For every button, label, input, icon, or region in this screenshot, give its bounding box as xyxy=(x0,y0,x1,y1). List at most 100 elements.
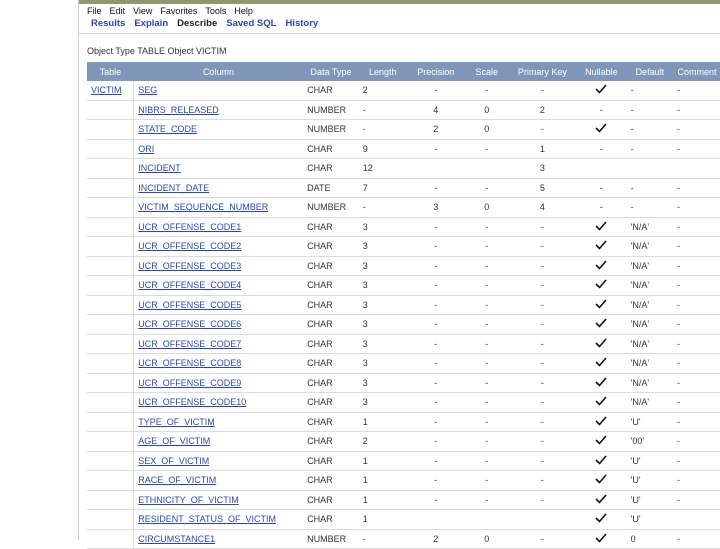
column-link[interactable]: UCR_OFFENSE_CODE8 xyxy=(138,358,241,368)
cell-data-type: CHAR xyxy=(303,490,359,510)
checkmark-icon xyxy=(595,318,607,330)
cell-comment: - xyxy=(673,392,720,413)
cell-precision: 2 xyxy=(406,119,465,140)
cell-data-type: CHAR xyxy=(303,470,359,491)
table-row: UCR_OFFENSE_CODE3 CHAR 3- - - 'N/A' - xyxy=(87,256,720,276)
table-row: ETHNICITY_OF_VICTIM CHAR 1- - - 'U' - xyxy=(87,490,720,510)
table-row: UCR_OFFENSE_CODE6 CHAR 3- - - 'N/A' - xyxy=(87,314,720,335)
table-link[interactable]: VICTIM xyxy=(91,85,122,95)
column-link[interactable]: TYPE_OF_VICTIM xyxy=(138,417,215,427)
checkmark-icon xyxy=(595,240,607,252)
column-link[interactable]: ORI xyxy=(138,144,154,154)
column-link[interactable]: CIRCUMSTANCE1 xyxy=(138,534,215,544)
column-link[interactable]: SEX_OF_VICTIM xyxy=(138,456,209,466)
column-link[interactable]: AGE_OF_VICTIM xyxy=(138,436,210,446)
cell-default: - xyxy=(626,178,674,198)
column-link[interactable]: UCR_OFFENSE_CODE10 xyxy=(138,397,246,407)
cell-nullable xyxy=(576,353,627,374)
column-link[interactable]: RACE_OF_VICTIM xyxy=(138,475,216,485)
column-link[interactable]: UCR_OFFENSE_CODE3 xyxy=(138,261,241,271)
cell-precision xyxy=(406,158,465,179)
cell-scale: 0 xyxy=(464,529,509,549)
cell-primary-key: - xyxy=(508,490,577,510)
table-row: UCR_OFFENSE_CODE1 CHAR 3- - - 'N/A' - xyxy=(87,217,720,237)
column-link[interactable]: VICTIM_SEQUENCE_NUMBER xyxy=(138,202,268,212)
cell-scale: - xyxy=(464,470,509,491)
tab-saved-sql[interactable]: Saved SQL xyxy=(226,18,276,29)
column-link[interactable]: RESIDENT_STATUS_OF_VICTIM xyxy=(138,514,276,524)
cell-default: 'U' xyxy=(626,451,674,471)
cell-scale: 0 xyxy=(464,100,509,120)
sql-workshop-window: File Edit View Favorites Tools Help Resu… xyxy=(78,0,720,549)
column-link[interactable]: INCIDENT xyxy=(138,163,181,173)
cell-precision xyxy=(406,509,465,530)
cell-comment: - xyxy=(673,412,720,432)
nullable-dash: - xyxy=(599,104,603,115)
tab-describe[interactable]: Describe xyxy=(177,18,217,29)
cell-nullable xyxy=(576,236,627,257)
cell-comment xyxy=(673,509,720,530)
column-link[interactable]: UCR_OFFENSE_CODE2 xyxy=(138,241,241,251)
cell-data-type: CHAR xyxy=(303,353,359,374)
cell-comment: - xyxy=(673,119,720,140)
column-link[interactable]: UCR_OFFENSE_CODE5 xyxy=(138,300,241,310)
cell-data-type: CHAR xyxy=(303,158,359,179)
table-row: INCIDENT_DATE DATE 7- -5- - - xyxy=(87,178,720,198)
column-link[interactable]: ETHNICITY_OF_VICTIM xyxy=(138,495,239,505)
cell-nullable xyxy=(576,392,627,413)
cell-scale: - xyxy=(464,353,509,374)
cell-scale: - xyxy=(464,217,509,237)
cell-primary-key: - xyxy=(508,334,577,354)
cell-table xyxy=(87,236,135,257)
tab-history[interactable]: History xyxy=(285,18,318,29)
column-link[interactable]: UCR_OFFENSE_CODE9 xyxy=(138,378,241,388)
cell-table: VICTIM xyxy=(87,81,135,101)
cell-table xyxy=(87,217,135,237)
cell-column: ETHNICITY_OF_VICTIM xyxy=(133,490,304,510)
cell-length: - xyxy=(358,197,407,218)
cell-length: 3 xyxy=(358,373,407,393)
cell-nullable xyxy=(576,334,627,354)
tab-explain[interactable]: Explain xyxy=(134,18,168,29)
cell-precision: - xyxy=(406,334,465,354)
cell-data-type: CHAR xyxy=(303,275,359,296)
column-link[interactable]: UCR_OFFENSE_CODE7 xyxy=(138,339,241,349)
cell-length: 3 xyxy=(358,256,407,276)
cell-column: SEG xyxy=(133,81,304,101)
cell-precision: - xyxy=(406,236,465,257)
column-link[interactable]: UCR_OFFENSE_CODE6 xyxy=(138,319,241,329)
cell-scale: - xyxy=(464,373,509,393)
table-row: CIRCUMSTANCE1 NUMBER -2 0-0- xyxy=(87,529,720,549)
cell-table xyxy=(87,178,135,198)
column-link[interactable]: UCR_OFFENSE_CODE1 xyxy=(138,222,241,232)
table-row: STATE_CODE NUMBER -2 0- - - xyxy=(87,119,720,140)
cell-length: 1 xyxy=(358,470,407,491)
column-link[interactable]: UCR_OFFENSE_CODE4 xyxy=(138,280,241,290)
cell-comment: - xyxy=(673,217,720,237)
cell-default: - xyxy=(626,197,674,218)
cell-length: 3 xyxy=(358,314,407,335)
cell-data-type: NUMBER xyxy=(303,119,359,140)
cell-length: 3 xyxy=(358,353,407,374)
cell-precision: - xyxy=(406,451,465,471)
table-row: UCR_OFFENSE_CODE8 CHAR 3- - - 'N/A' - xyxy=(87,353,720,374)
column-link[interactable]: NIBRS_RELEASED xyxy=(138,105,219,115)
cell-precision: - xyxy=(406,275,465,296)
column-link[interactable]: STATE_CODE xyxy=(138,124,197,134)
tab-divider xyxy=(79,33,720,34)
cell-scale: - xyxy=(464,392,509,413)
header-data-type: Data Type xyxy=(303,62,359,81)
cell-comment xyxy=(673,158,720,179)
column-link[interactable]: SEG xyxy=(138,85,157,95)
table-row: UCR_OFFENSE_CODE7 CHAR 3- - - 'N/A' - xyxy=(87,334,720,354)
column-link[interactable]: INCIDENT_DATE xyxy=(138,183,209,193)
table-row: RACE_OF_VICTIM CHAR 1- - - 'U' - xyxy=(87,470,720,491)
cell-column: INCIDENT xyxy=(133,158,304,179)
tab-results[interactable]: Results xyxy=(91,18,125,29)
cell-primary-key: 5 xyxy=(508,178,577,198)
cell-table xyxy=(87,334,135,354)
cell-column: UCR_OFFENSE_CODE5 xyxy=(133,295,304,315)
cell-nullable xyxy=(576,470,627,491)
cell-length: 3 xyxy=(358,295,407,315)
cell-column: UCR_OFFENSE_CODE3 xyxy=(133,256,304,276)
